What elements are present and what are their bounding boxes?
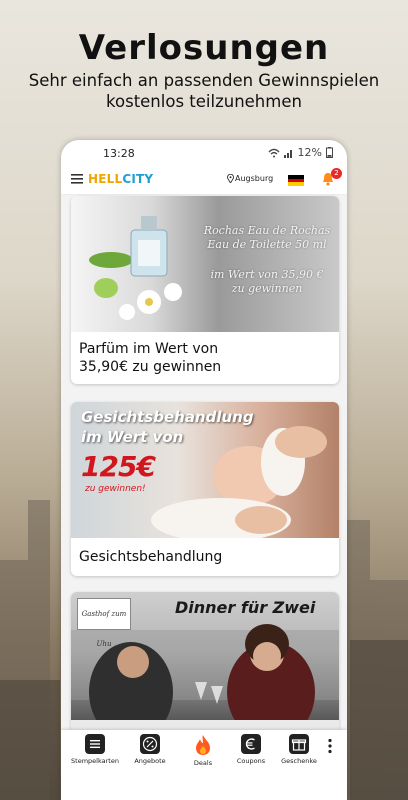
logo-part-1: HELL <box>88 172 123 186</box>
phone-screen: 13:28 12% HELLCITY Augsburg 2 Rochas Eau… <box>61 140 347 800</box>
perfume-image-line-2: Eau de Toilette 50 ml <box>207 238 327 251</box>
app-logo[interactable]: HELLCITY <box>88 172 153 186</box>
status-time: 13:28 <box>103 147 135 160</box>
nav-item-coupons[interactable]: Coupons <box>225 734 277 765</box>
status-bar: 13:28 12% <box>61 140 347 166</box>
status-indicators: 12% <box>268 146 333 159</box>
subline-line-1: Sehr einfach an passenden Gewinnspielen <box>28 71 380 90</box>
perfume-bottle-icon <box>89 216 182 320</box>
nav-label: Angebote <box>134 757 166 765</box>
nav-label: Coupons <box>236 757 266 765</box>
dinner-image: Gasthof zum Uhu Dinner für Zwei <box>71 592 339 742</box>
location-selector[interactable]: Augsburg <box>227 174 273 183</box>
wifi-icon <box>268 148 280 157</box>
facial-image-price: 125€ <box>81 450 156 483</box>
perfume-image-text: Rochas Eau de Rochas Eau de Toilette 50 … <box>197 224 337 296</box>
card-title-line-1: Parfüm im Wert von <box>79 341 219 357</box>
raffle-card-dinner[interactable]: Gasthof zum Uhu Dinner für Zwei <box>71 592 339 742</box>
subline-line-2: kostenlos teilzunehmen <box>106 92 302 111</box>
perfume-image-line-4: zu gewinnen <box>231 282 303 295</box>
app-bar: HELLCITY Augsburg 2 <box>61 166 347 195</box>
more-options-icon[interactable] <box>327 738 333 754</box>
percent-icon <box>140 734 160 754</box>
page-headline: Verlosungen <box>78 28 330 68</box>
nav-label: Geschenke <box>281 757 317 765</box>
euro-icon <box>241 734 261 754</box>
nav-item-angebote[interactable]: Angebote <box>124 734 176 765</box>
nav-item-geschenke[interactable]: Geschenke <box>273 734 325 765</box>
perfume-image: Rochas Eau de Rochas Eau de Toilette 50 … <box>71 196 339 332</box>
card-title: Parfüm im Wert von 35,90€ zu gewinnen <box>79 340 221 376</box>
gift-icon <box>289 734 309 754</box>
signal-icon <box>283 149 292 158</box>
location-pin-icon <box>227 174 234 183</box>
fire-icon <box>196 735 210 755</box>
location-label: Augsburg <box>235 174 274 183</box>
facial-image-line-2: im Wert von <box>81 428 184 446</box>
perfume-image-line-1: Rochas Eau de Rochas <box>203 224 331 237</box>
restaurant-stamp: Gasthof zum Uhu <box>77 598 131 648</box>
nav-item-stempelkarten[interactable]: Stempelkarten <box>69 734 121 765</box>
battery-percent: 12% <box>297 146 322 159</box>
page-subline: Sehr einfach an passenden Gewinnspielen … <box>0 70 408 112</box>
notification-badge: 2 <box>331 168 342 179</box>
nav-item-deals[interactable]: Deals <box>177 734 229 767</box>
bottom-navigation: Stempelkarten Angebote Deals Coupons Ges… <box>61 730 347 800</box>
card-title: Gesichtsbehandlung <box>79 549 223 565</box>
raffle-card-facial[interactable]: Gesichtsbehandlung im Wert von 125€ zu g… <box>71 402 339 576</box>
perfume-image-line-3: im Wert von 35,90 € <box>210 268 324 281</box>
logo-part-2: CITY <box>122 172 154 186</box>
facial-image-win: zu gewinnen! <box>85 484 146 494</box>
facial-treatment-image: Gesichtsbehandlung im Wert von 125€ zu g… <box>71 402 339 538</box>
card-title-line-2: 35,90€ zu gewinnen <box>79 359 222 375</box>
facial-image-line-1: Gesichtsbehandlung <box>81 408 254 426</box>
hamburger-menu-icon[interactable] <box>71 174 83 184</box>
battery-icon <box>326 147 333 158</box>
stempel-icon <box>85 734 105 754</box>
raffle-card-perfume[interactable]: Rochas Eau de Rochas Eau de Toilette 50 … <box>71 196 339 384</box>
nav-label: Stempelkarten <box>71 757 119 765</box>
dinner-image-headline: Dinner für Zwei <box>175 598 316 617</box>
german-flag-icon[interactable] <box>288 175 304 186</box>
nav-label: Deals <box>193 759 213 767</box>
